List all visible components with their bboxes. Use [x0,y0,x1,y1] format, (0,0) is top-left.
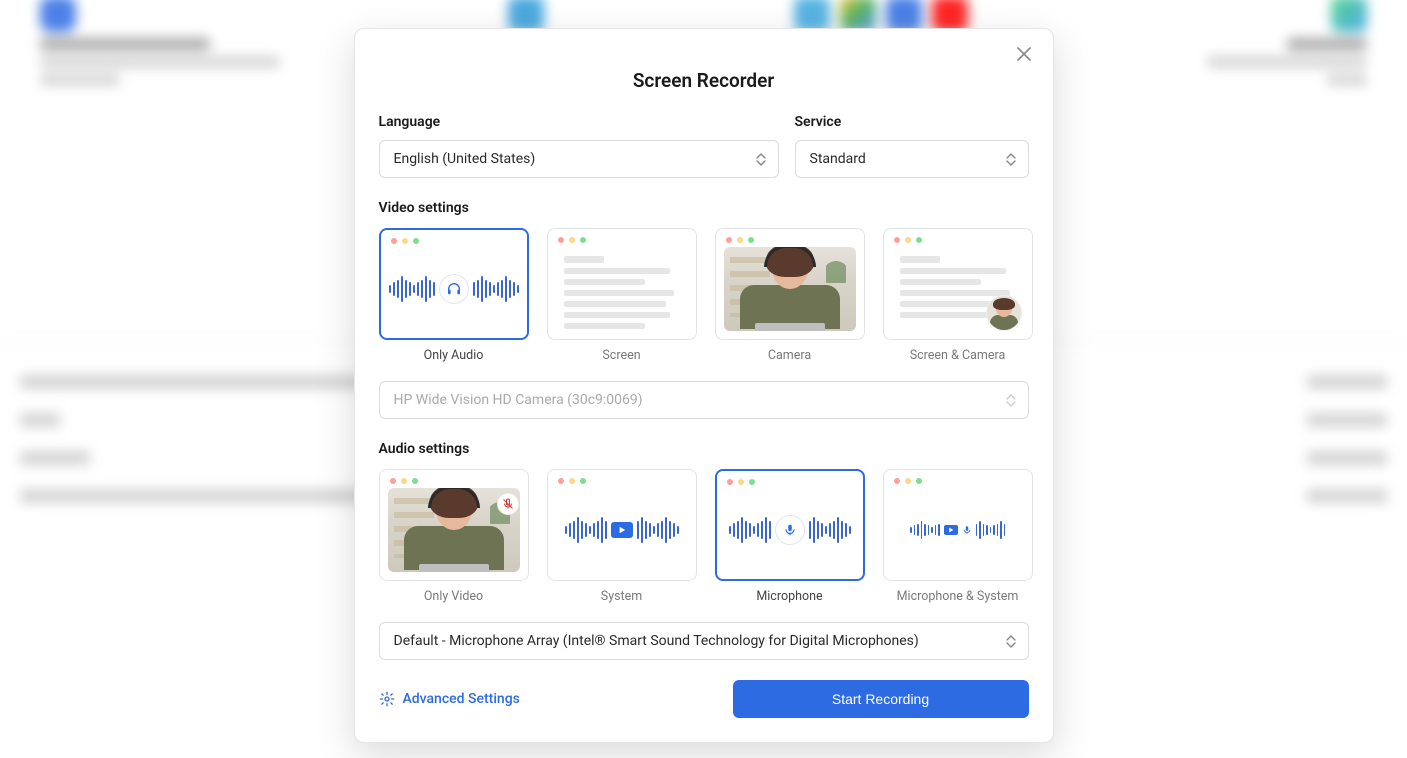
tile-label: Microphone & System [897,589,1019,604]
camera-preview-icon [724,247,856,331]
chevron-updown-icon [756,151,768,167]
audio-option-only-video[interactable]: Only Video [379,469,529,604]
pip-avatar-icon [986,295,1022,331]
language-select[interactable]: English (United States) [379,140,779,178]
tile-label: Screen [602,348,640,363]
tile-label: Only Audio [424,348,484,363]
tile-label: Microphone [756,589,822,604]
screen-play-icon [944,525,958,535]
screen-recorder-modal: Screen Recorder Language English (United… [354,28,1054,743]
screen-play-icon [611,522,633,538]
audio-settings-label: Audio settings [379,441,1029,457]
audio-option-system[interactable]: System [547,469,697,604]
document-icon [548,229,696,340]
video-option-screen[interactable]: Screen [547,228,697,363]
chevron-updown-icon [1006,151,1018,167]
advanced-settings-label: Advanced Settings [403,691,520,707]
tile-label: Camera [768,348,811,363]
audio-option-mic-system[interactable]: Microphone & System [883,469,1033,604]
service-value: Standard [810,151,866,167]
chevron-updown-icon [1006,392,1018,408]
mic-muted-icon [498,494,518,514]
video-option-camera[interactable]: Camera [715,228,865,363]
audio-option-microphone[interactable]: Microphone [715,469,865,604]
tile-label: Screen & Camera [910,348,1006,363]
service-label: Service [795,114,1029,130]
language-value: English (United States) [394,151,536,167]
audio-options: Only Video System [379,469,1029,604]
video-settings-label: Video settings [379,200,1029,216]
camera-device-value: HP Wide Vision HD Camera (30c9:0069) [394,392,643,408]
tile-label: Only Video [424,589,483,604]
modal-overlay: Screen Recorder Language English (United… [0,0,1407,758]
microphone-icon [962,525,972,535]
chevron-updown-icon [1006,633,1018,649]
tile-label: System [601,589,642,604]
video-option-only-audio[interactable]: Only Audio [379,228,529,363]
microphone-icon [775,515,805,545]
video-option-screen-camera[interactable]: Screen & Camera [883,228,1033,363]
advanced-settings-link[interactable]: Advanced Settings [379,691,520,707]
modal-title: Screen Recorder [355,69,1053,92]
gear-icon [379,691,395,707]
microphone-device-select[interactable]: Default - Microphone Array (Intel® Smart… [379,622,1029,660]
microphone-device-value: Default - Microphone Array (Intel® Smart… [394,633,919,649]
close-icon [1017,47,1031,61]
camera-device-select: HP Wide Vision HD Camera (30c9:0069) [379,381,1029,419]
headphones-icon [439,274,469,304]
video-options: Only Audio Screen [379,228,1029,363]
close-button[interactable] [1013,43,1035,65]
language-label: Language [379,114,779,130]
start-recording-button[interactable]: Start Recording [733,680,1029,718]
service-select[interactable]: Standard [795,140,1029,178]
